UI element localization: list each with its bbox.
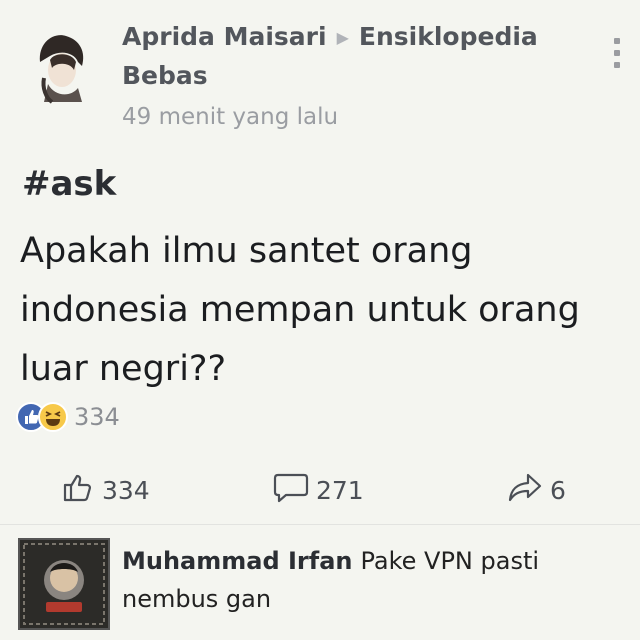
action-bar: 334 271 6 <box>0 468 640 512</box>
like-icon <box>60 469 102 511</box>
commenter-avatar[interactable] <box>18 538 110 630</box>
post-timestamp[interactable]: 49 menit yang lalu <box>122 99 562 135</box>
haha-reaction-icon <box>38 402 68 432</box>
share-count: 6 <box>550 475 566 505</box>
post-text: Apakah ilmu santet orang indonesia mempa… <box>20 231 580 389</box>
share-arrow-icon: ▶ <box>336 28 349 47</box>
share-icon <box>506 469 550 511</box>
share-button[interactable]: 6 <box>506 468 566 512</box>
divider <box>0 524 640 525</box>
commenter-name[interactable]: Muhammad Irfan <box>122 547 352 575</box>
more-options-icon[interactable] <box>608 38 626 78</box>
comment-button[interactable]: 271 <box>272 468 364 512</box>
comment-icon <box>272 469 316 511</box>
comment: Muhammad Irfan Pake VPN pasti nembus gan <box>122 542 602 618</box>
post-header: Aprida Maisari ▶ Ensiklopedia Bebas 49 men… <box>122 18 562 135</box>
like-button[interactable]: 334 <box>60 468 150 512</box>
reaction-count: 334 <box>74 403 120 431</box>
comment-count: 271 <box>316 475 364 505</box>
author-avatar[interactable] <box>20 22 104 106</box>
reactions-summary[interactable]: 334 <box>16 400 120 434</box>
author-name[interactable]: Aprida Maisari <box>122 22 327 51</box>
post-hashtag[interactable]: #ask <box>22 164 116 204</box>
author-line: Aprida Maisari ▶ Ensiklopedia Bebas <box>122 18 562 95</box>
like-count: 334 <box>102 475 150 505</box>
